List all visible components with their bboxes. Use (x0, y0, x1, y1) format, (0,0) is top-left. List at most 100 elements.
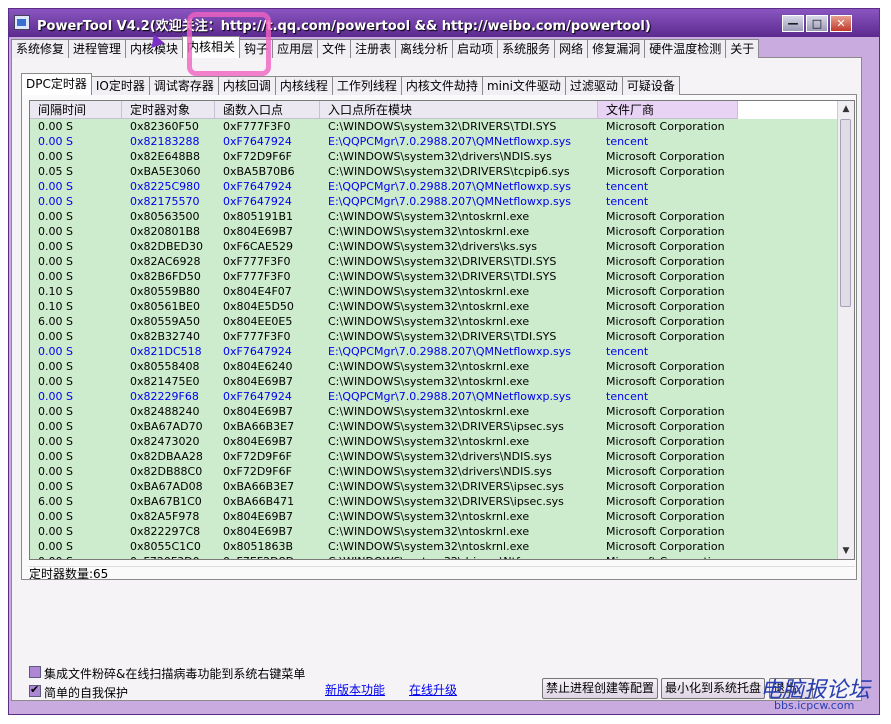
tab-patch-vulns[interactable]: 修复漏洞 (587, 39, 646, 58)
cell-timer-object: 0x80558408 (122, 359, 215, 374)
row-filler (738, 389, 840, 404)
table-row[interactable]: 0.00 S 0x82AC6928 0xF777F3F0 C:\WINDOWS\sys… (30, 254, 840, 269)
table-row[interactable]: 0.00 S 0x821DC518 0xF7647924 E:\QQPCMgr\7.0… (30, 344, 840, 359)
close-button[interactable]: ✕ (830, 15, 852, 32)
row-filler (738, 284, 840, 299)
self-protect-checkbox[interactable] (29, 683, 41, 697)
table-header: 间隔时间 定时器对象 函数入口点 入口点所在模块 文件厂商 (30, 101, 854, 119)
cell-entry-point: 0x804E5D50 (215, 299, 320, 314)
subtab-dpc-timer[interactable]: DPC定时器 (21, 73, 92, 95)
cell-entry-point: 0x804E69B7 (215, 404, 320, 419)
table-row[interactable]: 0.00 S 0x82488240 0x804E69B7 C:\WINDOWS\sys… (30, 404, 840, 419)
cell-timer-object: 0x82B6FD50 (122, 269, 215, 284)
scroll-down-icon[interactable]: ▼ (838, 543, 854, 559)
online-upgrade-link[interactable]: 在线升级 (409, 681, 457, 698)
cell-module: E:\QQPCMgr\7.0.2988.207\QMNetflowxp.sys (320, 389, 598, 404)
table-row[interactable]: 0.00 S 0x82E648B8 0xF72D9F6F C:\WINDOWS\sys… (30, 149, 840, 164)
table-row[interactable]: 0.00 S 0x82B32740 0xF777F3F0 C:\WINDOWS\sys… (30, 329, 840, 344)
subtab-suspicious-devices[interactable]: 可疑设备 (621, 76, 680, 95)
subtab-work-queue-threads[interactable]: 工作列线程 (331, 76, 402, 95)
title-bar[interactable]: PowerTool V4.2(欢迎关注：http://t.qq.com/powe… (9, 9, 879, 37)
table-row[interactable]: 0.00 S 0x82DBAA28 0xF72D9F6F C:\WINDOWS\sys… (30, 449, 840, 464)
table-row[interactable]: 0.00 S 0x82A5F978 0x804E69B7 C:\WINDOWS\sys… (30, 509, 840, 524)
tab-system-repair[interactable]: 系统修复 (11, 39, 70, 58)
column-header-interval[interactable]: 间隔时间 (30, 101, 122, 119)
table-row[interactable]: 0.00 S 0x82B6FD50 0xF777F3F0 C:\WINDOWS\sys… (30, 269, 840, 284)
cell-entry-point: 0x805191B1 (215, 209, 320, 224)
tab-files[interactable]: 文件 (317, 39, 352, 58)
tab-process-manager[interactable]: 进程管理 (68, 39, 127, 58)
shred-context-menu-checkbox[interactable] (29, 666, 41, 678)
vertical-scrollbar[interactable]: ▲ ▼ (837, 101, 854, 559)
cell-timer-object: 0xBA67AD70 (122, 419, 215, 434)
table-row[interactable]: 0.00 S0xF720F3D00xF7EF2D8DC:\WINDOWS\sys… (30, 554, 840, 559)
table-row[interactable]: 0.00 S 0x82360F50 0xF777F3F0 C:\WINDOWS\sys… (30, 119, 840, 134)
tab-user-mode[interactable]: 应用层 (272, 39, 319, 58)
cell-timer-object: 0x820801B8 (122, 224, 215, 239)
cell-interval: 0.00 S (30, 149, 122, 164)
table-row[interactable]: 0.00 S 0x82175570 0xF7647924 E:\QQPCMgr\7.0… (30, 194, 840, 209)
block-process-config-button[interactable]: 禁止进程创建等配置 (542, 678, 659, 699)
table-row[interactable]: 0.00 S 0x820801B8 0x804E69B7 C:\WINDOWS\sys… (30, 224, 840, 239)
table-row[interactable]: 0.00 S 0x82DB88C0 0xF72D9F6F C:\WINDOWS\sys… (30, 464, 840, 479)
cell-vendor: tencent (598, 134, 738, 149)
tab-about[interactable]: 关于 (725, 39, 760, 58)
subtab-filter-drivers[interactable]: 过滤驱动 (564, 76, 623, 95)
table-row[interactable]: 0.00 S 0x80563500 0x805191B1 C:\WINDOWS\sys… (30, 209, 840, 224)
cell-interval: 0.00 S (30, 239, 122, 254)
table-row[interactable]: 0.00 S 0x80558408 0x804E6240 C:\WINDOWS\sys… (30, 359, 840, 374)
column-header-module[interactable]: 入口点所在模块 (320, 101, 598, 119)
scroll-thumb[interactable] (840, 119, 851, 307)
table-row[interactable]: 0.00 S 0x8225C980 0xF7647924 E:\QQPCMgr\7.0… (30, 179, 840, 194)
minimize-button[interactable]: — (782, 15, 804, 32)
table-row[interactable]: 0.10 S 0x80559B80 0x804E4F07 C:\WINDOWS\sys… (30, 284, 840, 299)
maximize-icon: □ (811, 17, 823, 30)
tab-startup[interactable]: 启动项 (452, 39, 499, 58)
table-row[interactable]: 0.00 S 0x82473020 0x804E69B7 C:\WINDOWS\sys… (30, 434, 840, 449)
self-protect-label[interactable]: 简单的自我保护 (44, 684, 128, 701)
shred-context-menu-label[interactable]: 集成文件粉碎&在线扫描病毒功能到系统右键菜单 (44, 665, 305, 682)
table-row[interactable]: 0.00 S 0x82183288 0xF7647924 E:\QQPCMgr\7.0… (30, 134, 840, 149)
column-header-entry-point[interactable]: 函数入口点 (215, 101, 320, 119)
table-row[interactable]: 0.00 S 0x822297C8 0x804E69B7 C:\WINDOWS\sys… (30, 524, 840, 539)
cell-vendor: Microsoft Corporation (598, 299, 738, 314)
tab-hardware-temp[interactable]: 硬件温度检测 (644, 39, 727, 58)
minimize-to-tray-button[interactable]: 最小化到系统托盘 (661, 678, 766, 699)
table-row[interactable]: 0.10 S 0x80561BE0 0x804E5D50 C:\WINDOWS\sys… (30, 299, 840, 314)
tab-registry[interactable]: 注册表 (350, 39, 397, 58)
subtab-kernel-file-hijack[interactable]: 内核文件劫持 (400, 76, 483, 95)
subtab-minifilter[interactable]: mini文件驱动 (481, 76, 566, 95)
cell-module: C:\WINDOWS\system32\drivers\ks.sys (320, 239, 598, 254)
column-header-vendor[interactable]: 文件厂商 (598, 101, 738, 119)
tab-network[interactable]: 网络 (554, 39, 589, 58)
maximize-button[interactable]: □ (806, 15, 828, 32)
cell-entry-point: 0xF7647924 (215, 194, 320, 209)
subtab-kernel-threads[interactable]: 内核线程 (274, 76, 333, 95)
row-filler (738, 404, 840, 419)
new-features-link[interactable]: 新版本功能 (325, 681, 385, 698)
cell-entry-point: 0xF777F3F0 (215, 329, 320, 344)
dpc-timer-table[interactable]: 间隔时间 定时器对象 函数入口点 入口点所在模块 文件厂商 0.00 S 0x82… (29, 100, 855, 560)
table-row[interactable]: 0.00 S 0xBA67AD70 0xBA66B3E7 C:\WINDOWS\sys… (30, 419, 840, 434)
cell-entry-point: 0xF7647924 (215, 389, 320, 404)
subtab-kernel-callbacks[interactable]: 内核回调 (217, 76, 276, 95)
table-row[interactable]: 0.00 S 0xBA67AD08 0xBA66B3E7 C:\WINDOWS\sys… (30, 479, 840, 494)
cell-timer-object: 0x82AC6928 (122, 254, 215, 269)
tab-system-services[interactable]: 系统服务 (497, 39, 556, 58)
table-row[interactable]: 6.00 S 0xBA67B1C0 0xBA66B471 C:\WINDOWS\sys… (30, 494, 840, 509)
table-row[interactable]: 0.00 S 0x821475E0 0x804E69B7 C:\WINDOWS\sys… (30, 374, 840, 389)
column-header-timer-object[interactable]: 定时器对象 (122, 101, 215, 119)
table-row[interactable]: 0.00 S 0x8055C1C0 0x8051863B C:\WINDOWS\sys… (30, 539, 840, 554)
tab-offline-analysis[interactable]: 离线分析 (395, 39, 454, 58)
subtab-io-timer[interactable]: IO定时器 (90, 76, 150, 95)
table-row[interactable]: 0.00 S 0x82DBED30 0xF6CAE529 C:\WINDOWS\sys… (30, 239, 840, 254)
cell-timer-object: 0xF720F3D0 (122, 554, 215, 559)
table-row[interactable]: 0.05 S 0xBA5E3060 0xBA5B70B6 C:\WINDOWS\sys… (30, 164, 840, 179)
table-row[interactable]: 6.00 S 0x80559A50 0x804EE0E5 C:\WINDOWS\sys… (30, 314, 840, 329)
window-title: PowerTool V4.2(欢迎关注：http://t.qq.com/powe… (37, 19, 651, 34)
subtab-debug-registers[interactable]: 调试寄存器 (148, 76, 219, 95)
cell-timer-object: 0x82473020 (122, 434, 215, 449)
scroll-up-icon[interactable]: ▲ (838, 101, 854, 117)
table-row[interactable]: 0.00 S 0x82229F68 0xF7647924 E:\QQPCMgr\7.0… (30, 389, 840, 404)
cell-timer-object: 0x82229F68 (122, 389, 215, 404)
